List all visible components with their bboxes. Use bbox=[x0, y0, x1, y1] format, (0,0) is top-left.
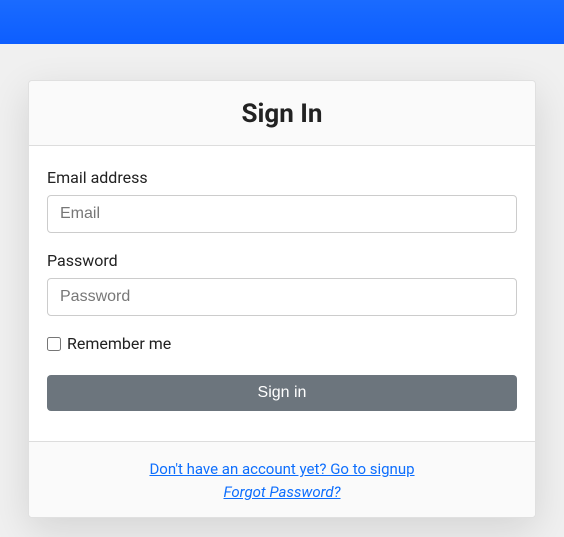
forgot-password-link[interactable]: Forgot Password? bbox=[29, 481, 535, 504]
password-group: Password bbox=[47, 251, 517, 316]
top-banner bbox=[0, 0, 564, 44]
signin-card: Sign In Email address Password Remember … bbox=[28, 80, 536, 518]
page-title: Sign In bbox=[29, 99, 535, 129]
signin-button[interactable]: Sign in bbox=[47, 375, 517, 411]
remember-me-checkbox[interactable] bbox=[47, 337, 61, 351]
remember-me-label: Remember me bbox=[67, 334, 171, 353]
remember-me-row: Remember me bbox=[47, 334, 517, 353]
email-group: Email address bbox=[47, 168, 517, 233]
email-field[interactable] bbox=[47, 195, 517, 233]
card-header: Sign In bbox=[29, 81, 535, 146]
password-label: Password bbox=[47, 251, 517, 270]
card-body: Email address Password Remember me Sign … bbox=[29, 146, 535, 441]
card-footer: Don't have an account yet? Go to signup … bbox=[29, 441, 535, 517]
password-field[interactable] bbox=[47, 278, 517, 316]
signup-link[interactable]: Don't have an account yet? Go to signup bbox=[29, 458, 535, 481]
email-label: Email address bbox=[47, 168, 517, 187]
